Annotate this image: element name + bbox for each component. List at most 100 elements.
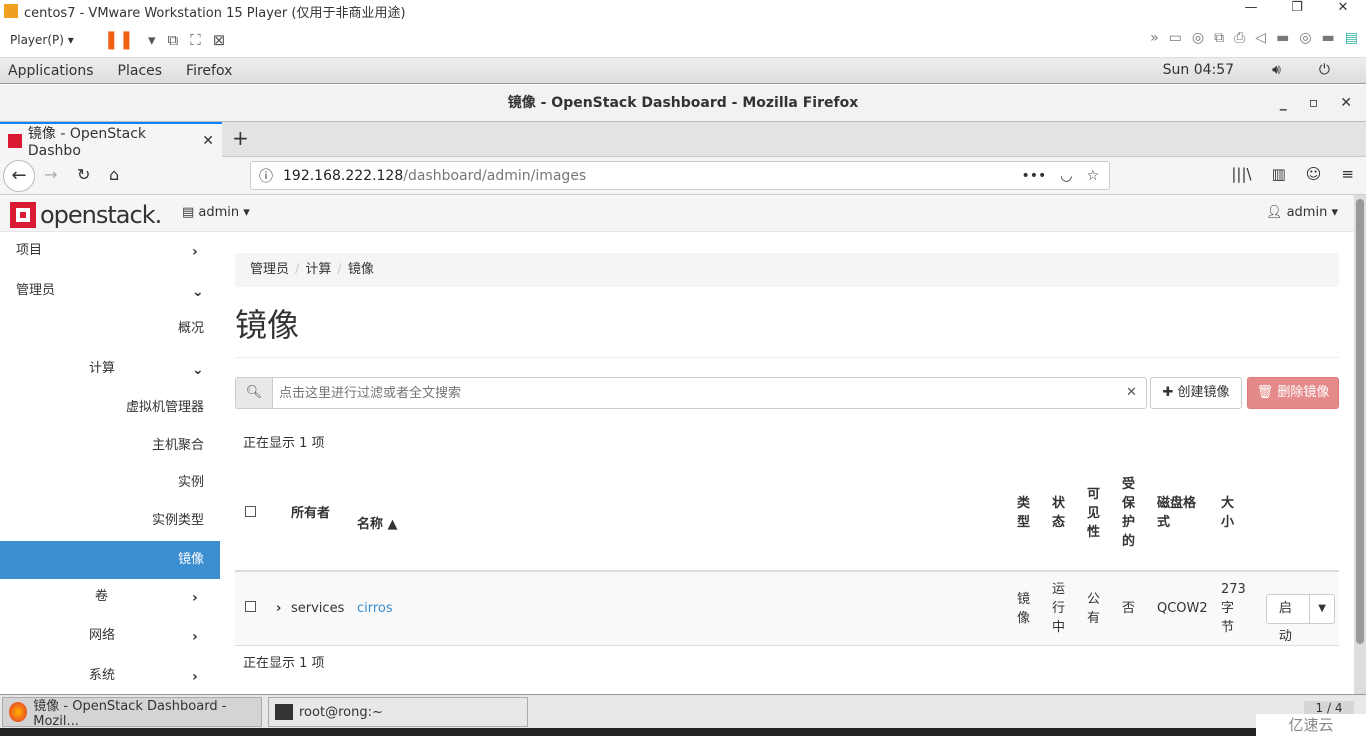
vmware-title-bar: centos7 - VMware Workstation 15 Player (… [0, 0, 1366, 22]
breadcrumb-admin[interactable]: 管理员 [250, 262, 289, 277]
pause-icon[interactable]: ❚❚ [104, 29, 134, 50]
usb-icon[interactable]: ▬ [1276, 30, 1289, 46]
terminal-icon [275, 704, 293, 720]
info-icon[interactable]: ⓘ [259, 166, 273, 186]
reload-button[interactable]: ↻ [77, 165, 90, 184]
sidebar-item-network[interactable]: 网络 [89, 617, 115, 655]
chevron-down-icon: ⌄ [192, 284, 204, 300]
sidebar-item-instances[interactable]: 实例 [178, 464, 204, 502]
firefox-icon [9, 702, 28, 722]
sidebar-item-overview[interactable]: 概况 [178, 310, 204, 348]
search-icon[interactable]: 🔍︎ [236, 378, 273, 408]
taskbar-firefox[interactable]: 镜像 - OpenStack Dashboard - Mozil... [2, 697, 262, 729]
tab-title: 镜像 - OpenStack Dashbo [27, 125, 147, 159]
home-button[interactable]: ⌂ [109, 165, 119, 184]
search-input[interactable] [273, 378, 1126, 408]
sidebar-item-images[interactable]: 镜像 [0, 541, 220, 579]
printer-icon[interactable]: ⎙ [1234, 30, 1245, 46]
sidebar-item-host-aggregates[interactable]: 主机聚合 [152, 427, 204, 465]
forward-button[interactable]: → [44, 165, 57, 184]
col-protected[interactable]: 受保护的 [1118, 456, 1153, 571]
delete-images-button[interactable]: 🗑︎ 删除镜像 [1247, 377, 1339, 409]
openstack-favicon-icon [8, 133, 22, 148]
sidebar-item-volumes[interactable]: 卷 [95, 578, 108, 616]
chevron-down-icon: ⌄ [192, 362, 204, 378]
col-disk-format[interactable]: 磁盘格式 [1153, 456, 1217, 571]
expand-chevron-icon[interactable]: › [276, 601, 281, 616]
col-visibility[interactable]: 可见性 [1083, 456, 1118, 571]
page-scrollbar[interactable] [1354, 195, 1366, 694]
usb2-icon[interactable]: ▬ [1322, 30, 1335, 46]
url-bar[interactable]: ⓘ 192.168.222.128/dashboard/admin/images … [250, 161, 1110, 190]
tab-strip: 镜像 - OpenStack Dashbo ✕ + [0, 122, 1366, 159]
firefox-menu[interactable]: Firefox [186, 63, 232, 79]
vmware-toolbar: Player(P) ▾ ❚❚ ▾ ⧉ ⛶ ⊠ » ▭ ◎ ⧉ ⎙ ◁ ▬ ◎ ▬ ▤ [0, 22, 1366, 58]
launch-button[interactable]: 启动 [1267, 595, 1309, 644]
breadcrumb-compute[interactable]: 计算 [305, 262, 331, 277]
more-icon[interactable]: » [1150, 30, 1159, 46]
actions-dropdown-icon[interactable]: ▼ [1309, 594, 1334, 623]
col-owner[interactable]: 所有者 [287, 456, 353, 571]
page-actions-icon[interactable]: ••• [1021, 168, 1046, 184]
project-selector[interactable]: ▤ admin ▾ [182, 205, 250, 220]
ff-minimize-button[interactable]: _ [1280, 85, 1287, 122]
sidebar-icon[interactable]: ▥ [1272, 165, 1286, 183]
cd-icon[interactable]: ◎ [1192, 30, 1204, 46]
bookmark-star-icon[interactable]: ☆ [1086, 168, 1099, 184]
gnome-top-bar: Applications Places Firefox Sun 04:57 🔊︎ ⏻ [0, 58, 1366, 84]
sidebar-item-project[interactable]: 项目 [16, 232, 42, 270]
send-ctrl-alt-del-icon[interactable]: ⧉ [167, 31, 178, 49]
protected-cell: 否 [1118, 570, 1153, 646]
dropdown-icon[interactable]: ▾ [148, 31, 156, 49]
cd2-icon[interactable]: ◎ [1299, 30, 1311, 46]
ff-close-button[interactable]: ✕ [1340, 85, 1352, 122]
close-button[interactable]: ✕ [1320, 0, 1366, 15]
sound-icon[interactable]: ◁ [1255, 30, 1266, 46]
browser-tab[interactable]: 镜像 - OpenStack Dashbo ✕ [0, 122, 222, 159]
chevron-right-icon: › [192, 669, 198, 685]
col-status[interactable]: 状态 [1048, 456, 1083, 571]
notes-icon[interactable]: ▤ [1345, 30, 1358, 46]
sidebar-item-flavors[interactable]: 实例类型 [152, 502, 204, 540]
menu-icon[interactable]: ≡ [1341, 165, 1354, 183]
url-path: /dashboard/admin/images [403, 167, 587, 184]
sidebar-item-admin[interactable]: 管理员 [16, 272, 55, 310]
col-name[interactable]: 名称 ▲ [353, 456, 1013, 571]
row-checkbox[interactable] [245, 601, 256, 612]
account-icon[interactable]: ☺ [1306, 165, 1322, 183]
sidebar-item-hypervisors[interactable]: 虚拟机管理器 [126, 389, 204, 427]
table-header: 所有者 名称 ▲ 类型 状态 可见性 受保护的 磁盘格式 大小 [235, 456, 1339, 571]
col-type[interactable]: 类型 [1013, 456, 1048, 571]
network-icon[interactable]: ⧉ [1214, 30, 1224, 46]
player-menu[interactable]: Player(P) ▾ [10, 33, 74, 47]
clear-icon[interactable]: ✕ [1126, 378, 1146, 408]
back-button[interactable]: ← [3, 160, 35, 192]
sidebar-item-system[interactable]: 系统 [89, 657, 115, 695]
restore-button[interactable]: ❐ [1274, 0, 1320, 15]
create-image-button[interactable]: ✚ 创建镜像 [1150, 377, 1242, 409]
new-tab-button[interactable]: + [232, 126, 249, 150]
minimize-button[interactable]: — [1228, 0, 1274, 15]
select-all-checkbox[interactable] [245, 505, 256, 517]
volume-icon[interactable]: 🔊︎ [1272, 62, 1281, 78]
clock[interactable]: Sun 04:57 [1163, 62, 1234, 78]
image-name-link[interactable]: cirros [357, 601, 393, 616]
openstack-logo[interactable]: openstack. [10, 201, 162, 229]
fullscreen-icon[interactable]: ⛶ [190, 31, 201, 49]
places-menu[interactable]: Places [118, 63, 163, 79]
ff-maximize-button[interactable]: ▫ [1309, 85, 1319, 122]
power-icon[interactable]: ⏻ [1319, 62, 1330, 78]
pocket-icon[interactable]: ◡ [1060, 168, 1072, 184]
divider [235, 357, 1339, 358]
disk-icon[interactable]: ▭ [1169, 30, 1182, 46]
unity-icon[interactable]: ⊠ [213, 31, 226, 49]
close-tab-icon[interactable]: ✕ [202, 133, 214, 149]
user-menu[interactable]: 👤︎ admin ▾ [1266, 205, 1338, 220]
page-title: 镜像 [235, 306, 300, 344]
library-icon[interactable]: |||\ [1231, 165, 1251, 183]
applications-menu[interactable]: Applications [8, 63, 94, 79]
table-row: › services cirros 镜像 运行中 公有 否 QCOW2 273 … [235, 570, 1339, 646]
col-size[interactable]: 大小 [1217, 456, 1262, 571]
taskbar-terminal[interactable]: root@rong:~ [268, 697, 528, 727]
sidebar-item-compute[interactable]: 计算 [89, 350, 115, 388]
